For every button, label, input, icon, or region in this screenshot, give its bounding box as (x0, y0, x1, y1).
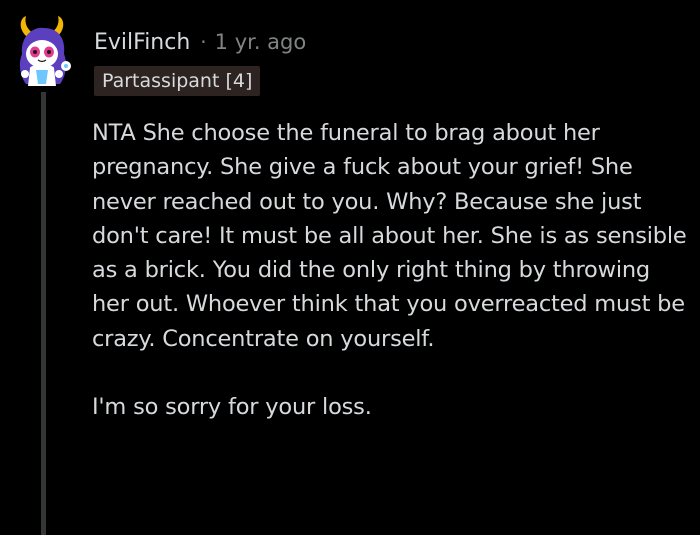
comment-paragraph: I'm so sorry for your loss. (92, 394, 372, 421)
username-link[interactable]: EvilFinch (94, 30, 190, 55)
comment-paragraph: NTA She choose the funeral to brag about… (92, 120, 687, 352)
comment-timestamp[interactable]: 1 yr. ago (215, 30, 307, 54)
meta-separator: · (200, 30, 207, 54)
user-flair-badge: Partassipant [4] (94, 66, 261, 96)
user-avatar[interactable] (12, 14, 74, 90)
snoo-demon-avatar-icon (19, 16, 71, 86)
thread-collapse-line[interactable] (41, 92, 46, 535)
comment-body: NTA She choose the funeral to brag about… (92, 116, 692, 424)
comment-meta: EvilFinch · 1 yr. ago (94, 24, 306, 60)
